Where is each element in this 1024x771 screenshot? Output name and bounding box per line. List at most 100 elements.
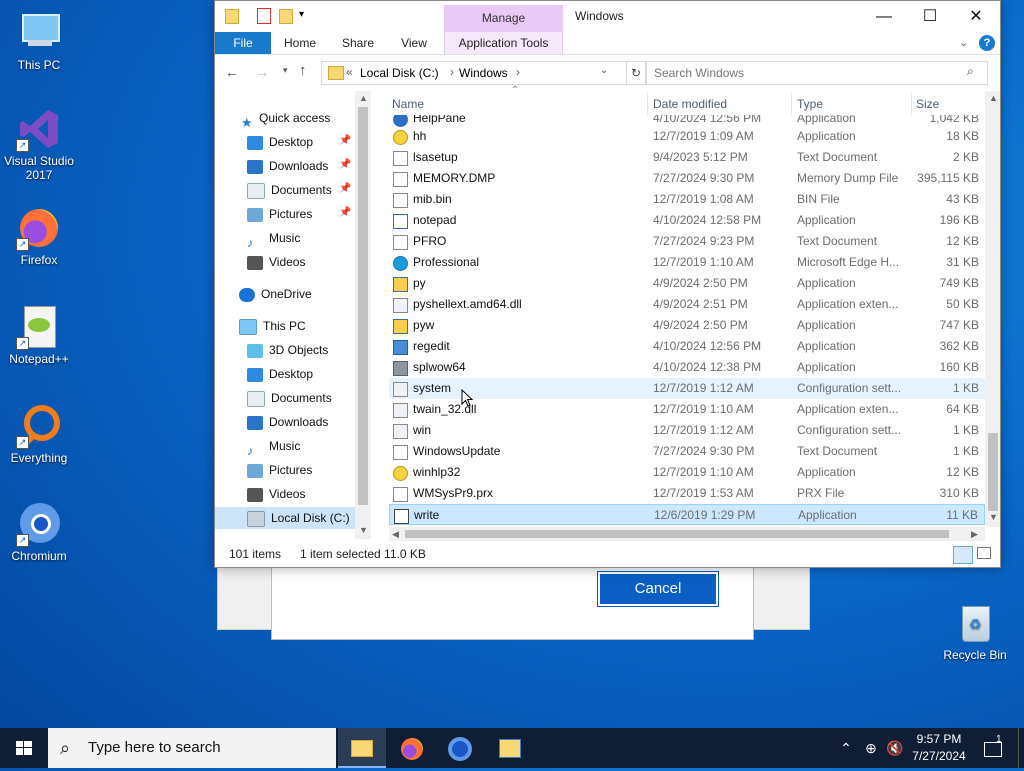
folder-icon xyxy=(225,9,239,24)
scroll-thumb[interactable] xyxy=(405,530,949,538)
breadcrumb-local-disk[interactable]: Local Disk (C:) xyxy=(360,66,439,80)
desktop-icon-visual-studio[interactable]: ↗ Visual Studio 2017 xyxy=(0,106,78,182)
file-row[interactable]: mib.bin 12/7/2019 1:08 AM BIN File 43 KB xyxy=(389,189,985,210)
column-divider[interactable] xyxy=(911,93,912,115)
file-row[interactable]: Professional 12/7/2019 1:10 AM Microsoft E… xyxy=(389,252,985,273)
properties-icon[interactable] xyxy=(257,8,271,24)
file-row[interactable]: system 12/7/2019 1:12 AM Configuration set… xyxy=(389,378,985,399)
forward-button[interactable]: → xyxy=(255,64,269,80)
dll-file-icon xyxy=(393,298,408,313)
breadcrumb-windows[interactable]: Windows xyxy=(459,66,508,80)
taskbar-firefox[interactable] xyxy=(388,728,436,768)
config-file-icon xyxy=(393,424,408,439)
file-row[interactable]: winhlp32 12/7/2019 1:10 AM Application 12 K… xyxy=(389,462,985,483)
minimize-button[interactable]: — xyxy=(861,1,907,32)
help-icon[interactable]: ? xyxy=(979,35,995,51)
ribbon-bar xyxy=(215,32,1000,55)
file-row[interactable]: notepad 4/10/2024 12:58 PM Application 196 … xyxy=(389,210,985,231)
large-icons-view-icon[interactable] xyxy=(977,547,991,559)
text-file-icon xyxy=(393,235,408,250)
search-input[interactable]: Search Windows ⌕ xyxy=(646,61,988,85)
taskbar-search-box[interactable]: ⌕ Type here to search xyxy=(48,728,336,768)
file-row[interactable]: WindowsUpdate 7/27/2024 9:30 PM Text Docum… xyxy=(389,441,985,462)
recent-locations-icon[interactable]: ▾ xyxy=(283,65,288,76)
desktop-icon-this-pc[interactable]: This PC xyxy=(0,10,78,72)
show-desktop-button[interactable] xyxy=(1018,728,1024,768)
scroll-thumb[interactable] xyxy=(988,433,998,511)
address-bar[interactable]: « Local Disk (C:) › Windows › ⌄ xyxy=(321,61,627,85)
file-row[interactable]: py 4/9/2024 2:50 PM Application 749 KB xyxy=(389,273,985,294)
file-row[interactable]: splwow64 4/10/2024 12:38 PM Application 160… xyxy=(389,357,985,378)
scroll-down-icon[interactable]: ▼ xyxy=(359,525,368,535)
refresh-button[interactable]: ↻ xyxy=(626,61,646,85)
back-button[interactable]: ← xyxy=(225,64,239,80)
taskbar-chromium[interactable] xyxy=(436,728,484,768)
tab-share[interactable]: Share xyxy=(335,32,381,54)
details-view-icon[interactable] xyxy=(953,546,973,564)
file-row[interactable]: regedit 4/10/2024 12:56 PM Application 362 … xyxy=(389,336,985,357)
network-icon[interactable]: ⊕ xyxy=(860,728,882,768)
taskbar-file-explorer[interactable] xyxy=(338,728,386,768)
file-row[interactable]: win 12/7/2019 1:12 AM Configuration sett..… xyxy=(389,420,985,441)
file-row[interactable]: WMSysPr9.prx 12/7/2019 1:53 AM PRX File 310… xyxy=(389,483,985,504)
windows-logo-icon xyxy=(16,741,32,755)
ribbon-expand-icon[interactable]: ⌄ xyxy=(959,36,968,49)
file-row-selected[interactable]: write 12/6/2019 1:29 PM Application 11 KB xyxy=(389,504,985,525)
column-header-type[interactable]: Type xyxy=(797,95,823,113)
horizontal-scrollbar[interactable]: ◀ ▶ xyxy=(389,527,985,541)
column-header-size[interactable]: Size xyxy=(916,95,939,113)
column-divider[interactable] xyxy=(647,93,648,115)
cancel-button[interactable]: Cancel xyxy=(597,571,719,607)
desktop-icon-notepadpp[interactable]: ↗ Notepad++ xyxy=(0,304,78,366)
file-row[interactable]: PFRO 7/27/2024 9:23 PM Text Document 12 KB xyxy=(389,231,985,252)
chevron-right-icon[interactable]: › xyxy=(450,65,454,79)
scroll-left-icon[interactable]: ◀ xyxy=(392,527,399,541)
taskbar-clock[interactable]: 9:57 PM 7/27/2024 xyxy=(904,731,974,765)
file-row[interactable]: pyw 4/9/2024 2:50 PM Application 747 KB xyxy=(389,315,985,336)
start-button[interactable] xyxy=(0,728,48,768)
column-header-date[interactable]: Date modified xyxy=(653,95,727,113)
folder-icon xyxy=(328,66,344,80)
printer-icon xyxy=(393,361,408,376)
up-button[interactable]: ↑ xyxy=(299,62,307,79)
scroll-down-icon[interactable]: ▼ xyxy=(989,512,998,522)
search-icon: ⌕ xyxy=(60,738,71,758)
scroll-up-icon[interactable]: ▲ xyxy=(359,93,368,103)
address-prefix[interactable]: « xyxy=(346,65,353,79)
file-row[interactable]: twain_32.dll 12/7/2019 1:10 AM Application… xyxy=(389,399,985,420)
taskbar-file-manager[interactable] xyxy=(486,728,534,768)
file-row[interactable]: lsasetup 9/4/2023 5:12 PM Text Document 2 K… xyxy=(389,147,985,168)
tab-view[interactable]: View xyxy=(393,32,435,54)
address-dropdown-icon[interactable]: ⌄ xyxy=(600,65,608,76)
file-row[interactable]: MEMORY.DMP 7/27/2024 9:30 PM Memory Dump F… xyxy=(389,168,985,189)
close-button[interactable]: ✕ xyxy=(953,1,999,32)
manage-context-tab[interactable]: Manage xyxy=(444,5,563,32)
column-header-name[interactable]: Name xyxy=(392,95,424,113)
edge-icon xyxy=(393,256,408,271)
file-list-scrollbar[interactable]: ▲ ▼ xyxy=(985,91,1000,527)
desktop-icon-chromium[interactable]: ↗ Chromium xyxy=(0,501,78,563)
scroll-up-icon[interactable]: ▲ xyxy=(989,93,998,103)
notification-center-button[interactable]: 1 xyxy=(980,728,1006,768)
clock-time: 9:57 PM xyxy=(916,732,962,746)
prx-file-icon xyxy=(393,487,408,502)
chevron-right-icon[interactable]: › xyxy=(516,65,520,79)
desktop-icon-recycle-bin[interactable]: ♻ Recycle Bin xyxy=(936,600,1014,662)
show-hidden-icons-icon[interactable]: ⌃ xyxy=(836,728,856,768)
scroll-right-icon[interactable]: ▶ xyxy=(971,527,978,541)
tab-application-tools[interactable]: Application Tools xyxy=(444,32,563,54)
new-folder-icon[interactable] xyxy=(279,9,293,24)
dump-file-icon xyxy=(393,172,408,187)
tab-home[interactable]: Home xyxy=(277,32,323,54)
dll-file-icon xyxy=(393,403,408,418)
desktop-icon-firefox[interactable]: ↗ Firefox xyxy=(0,205,78,267)
file-row[interactable]: pyshellext.amd64.dll 4/9/2024 2:51 PM Appl… xyxy=(389,294,985,315)
text-file-icon xyxy=(393,445,408,460)
desktop-icon-everything[interactable]: ↗ Everything xyxy=(0,403,78,465)
customize-toolbar-icon[interactable]: ▾ xyxy=(299,9,304,20)
volume-muted-icon[interactable]: 🔇 xyxy=(884,728,906,768)
maximize-button[interactable]: ☐ xyxy=(907,1,953,32)
tab-file[interactable]: File xyxy=(215,32,271,54)
file-row[interactable]: hh 12/7/2019 1:09 AM Application 18 KB xyxy=(389,126,985,147)
column-divider[interactable] xyxy=(791,93,792,115)
